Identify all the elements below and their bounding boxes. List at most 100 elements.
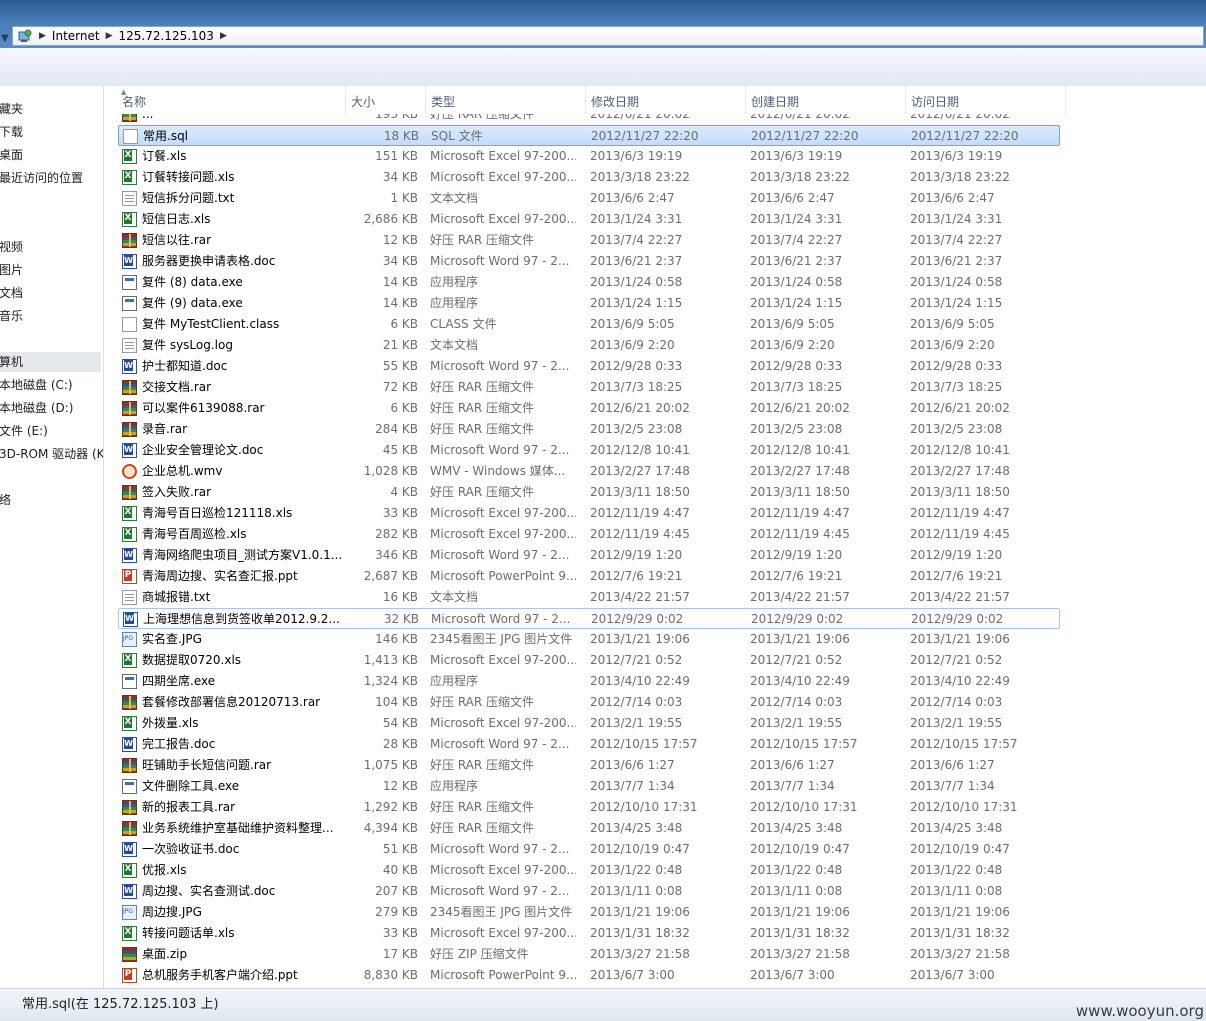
file-type: Microsoft Excel 97-200...: [430, 212, 576, 226]
nav-recent-places[interactable]: 最近访问的位置: [0, 168, 83, 188]
file-row[interactable]: 短信以往.rar 12 KB 好压 RAR 压缩文件 2013/7/4 22:27 20…: [118, 230, 1060, 251]
file-row[interactable]: 订餐转接问题.xls 34 KB Microsoft Excel 97-200...…: [118, 167, 1060, 188]
file-size: 279 KB: [375, 905, 418, 919]
file-row[interactable]: 文件删除工具.exe 12 KB 应用程序 2013/7/7 1:34 2013/7/7…: [118, 776, 1060, 797]
file-modified: 2013/6/7 3:00: [590, 968, 675, 982]
breadcrumb-arrow-icon[interactable]: ▶: [220, 31, 227, 41]
column-accessed[interactable]: 访问日期: [906, 86, 1066, 114]
column-name[interactable]: 名称: [117, 86, 346, 114]
file-row[interactable]: 总机服务手机客户端介绍.ppt 8,830 KB Microsoft PowerPo…: [118, 965, 1060, 986]
breadcrumb-arrow-icon[interactable]: ▶: [39, 31, 46, 41]
file-name: 总机服务手机客户端介绍.ppt: [142, 968, 298, 982]
file-row[interactable]: 青海号百日巡检121118.xls 33 KB Microsoft Excel 97…: [118, 503, 1060, 524]
file-row[interactable]: 复件 MyTestClient.class 6 KB CLASS 文件 2013/6/…: [118, 314, 1060, 335]
nav-downloads[interactable]: 下载: [0, 122, 23, 142]
nav-drive-k[interactable]: 3D-ROM 驱动器 (K: [0, 444, 103, 464]
file-modified: 2013/3/18 23:22: [590, 170, 690, 184]
nav-pictures[interactable]: 图片: [0, 260, 23, 280]
column-created[interactable]: 创建日期: [746, 86, 906, 114]
file-created: 2012/9/19 1:20: [750, 548, 843, 562]
nav-desktop[interactable]: 桌面: [0, 145, 23, 165]
chevron-down-icon[interactable]: ▼: [1, 33, 9, 44]
nav-drive-d[interactable]: 本地磁盘 (D:): [0, 398, 73, 418]
nav-network[interactable]: 络: [0, 490, 11, 510]
file-row[interactable]: 完工报告.doc 28 KB Microsoft Word 97 - 2... 201…: [118, 734, 1060, 755]
breadcrumb-host[interactable]: 125.72.125.103: [119, 29, 214, 43]
file-type: Microsoft Excel 97-200...: [430, 716, 576, 730]
word-file-icon: [122, 548, 137, 563]
nav-drive-e[interactable]: 文件 (E:): [0, 421, 48, 441]
file-type: Microsoft Excel 97-200...: [430, 527, 576, 541]
file-row[interactable]: 数据提取0720.xls 1,413 KB Microsoft Excel 97-2…: [118, 650, 1060, 671]
file-row-partial[interactable]: ... 193 KB 好压 RAR 压缩文件 2012/6/21 20:02 2…: [118, 114, 1060, 125]
file-row[interactable]: 新的报表工具.rar 1,292 KB 好压 RAR 压缩文件 2012/10/10 …: [118, 797, 1060, 818]
file-accessed: 2012/7/21 0:52: [910, 653, 1003, 667]
nav-videos[interactable]: 视频: [0, 237, 23, 257]
rar-file-icon: [122, 422, 137, 437]
file-row[interactable]: 上海理想信息到货签收单2012.9.2... 32 KB Microsoft Wor…: [118, 608, 1060, 629]
media-file-icon: [122, 464, 137, 479]
file-row[interactable]: 旺铺助手长短信问题.rar 1,075 KB 好压 RAR 压缩文件 2013/6/6…: [118, 755, 1060, 776]
file-list[interactable]: ... 193 KB 好压 RAR 压缩文件 2012/6/21 20:02 2…: [104, 114, 1206, 988]
file-row[interactable]: 实名查.JPG 146 KB 2345看图王 JPG 图片文件 2013/1/21 1…: [118, 629, 1060, 650]
file-row[interactable]: 业务系统维护室基础维护资料整理... 4,394 KB 好压 RAR 压缩文件 201…: [118, 818, 1060, 839]
nav-documents[interactable]: 文档: [0, 283, 23, 303]
file-row[interactable]: 商城报错.txt 16 KB 文本文档 2013/4/22 21:57 2013/4/2…: [118, 587, 1060, 608]
file-row[interactable]: 四期坐席.exe 1,324 KB 应用程序 2013/4/10 22:49 2013/…: [118, 671, 1060, 692]
file-row[interactable]: 优报.xls 40 KB Microsoft Excel 97-200... 2013…: [118, 860, 1060, 881]
file-row[interactable]: 套餐修改部署信息20120713.rar 104 KB 好压 RAR 压缩文件 201…: [118, 692, 1060, 713]
file-row[interactable]: 复件 (9) data.exe 14 KB 应用程序 2013/1/24 1:15 20…: [118, 293, 1060, 314]
file-name: 订餐.xls: [142, 149, 187, 163]
column-size[interactable]: 大小: [346, 86, 426, 114]
file-name: 可以案件6139088.rar: [142, 401, 265, 415]
file-row[interactable]: 转接问题话单.xls 33 KB Microsoft Excel 97-200...…: [118, 923, 1060, 944]
file-modified: 2013/7/7 1:34: [590, 779, 675, 793]
file-row[interactable]: 周边搜、实名查测试.doc 207 KB Microsoft Word 97 - 2…: [118, 881, 1060, 902]
file-row[interactable]: 交接文档.rar 72 KB 好压 RAR 压缩文件 2013/7/3 18:25 20…: [118, 377, 1060, 398]
file-row[interactable]: 桌面.zip 17 KB 好压 ZIP 压缩文件 2013/3/27 21:58 201…: [118, 944, 1060, 965]
file-modified: 2013/1/31 18:32: [590, 926, 690, 940]
file-name: 青海号百周巡检.xls: [142, 527, 247, 541]
breadcrumb-arrow-icon[interactable]: ▶: [106, 31, 113, 41]
file-row[interactable]: 青海周边搜、实名查汇报.ppt 2,687 KB Microsoft PowerPo…: [118, 566, 1060, 587]
file-row[interactable]: 复件 (8) data.exe 14 KB 应用程序 2013/1/24 0:58 20…: [118, 272, 1060, 293]
file-row[interactable]: 青海网络爬虫项目_测试方案V1.0.1... 346 KB Microsoft Wo…: [118, 545, 1060, 566]
nav-computer[interactable]: 算机: [0, 352, 101, 372]
file-row[interactable]: 企业安全管理论文.doc 45 KB Microsoft Word 97 - 2..…: [118, 440, 1060, 461]
file-modified: 2012/6/21 20:02: [590, 401, 690, 415]
nav-drive-c[interactable]: 本地磁盘 (C:): [0, 375, 73, 395]
column-type[interactable]: 类型: [426, 86, 586, 114]
file-row[interactable]: 企业总机.wmv 1,028 KB WMV - Windows 媒体... 2013/…: [118, 461, 1060, 482]
file-row[interactable]: 周边搜.JPG 279 KB 2345看图王 JPG 图片文件 2013/1/21 1…: [118, 902, 1060, 923]
file-size: 2,687 KB: [363, 569, 418, 583]
file-name: 外拨量.xls: [142, 716, 199, 730]
file-created: 2013/3/11 18:50: [750, 485, 850, 499]
file-row[interactable]: 常用.sql 18 KB SQL 文件 2012/11/27 22:20 2012/11…: [118, 125, 1060, 146]
file-row[interactable]: 可以案件6139088.rar 6 KB 好压 RAR 压缩文件 2012/6/21 …: [118, 398, 1060, 419]
file-modified: 2012/9/28 0:33: [590, 359, 683, 373]
file-name: 周边搜、实名查测试.doc: [142, 884, 276, 898]
file-row[interactable]: 外拨量.xls 54 KB Microsoft Excel 97-200... 201…: [118, 713, 1060, 734]
column-modified[interactable]: 修改日期: [586, 86, 746, 114]
file-row[interactable]: 短信日志.xls 2,686 KB Microsoft Excel 97-200..…: [118, 209, 1060, 230]
file-size: 51 KB: [382, 842, 418, 856]
file-row[interactable]: 签入失败.rar 4 KB 好压 RAR 压缩文件 2013/3/11 18:50 20…: [118, 482, 1060, 503]
nav-favorites[interactable]: 藏夹: [0, 99, 23, 119]
file-row[interactable]: 护士都知道.doc 55 KB Microsoft Word 97 - 2... 20…: [118, 356, 1060, 377]
nav-music[interactable]: 音乐: [0, 306, 23, 326]
file-type: 文本文档: [430, 590, 479, 604]
word-file-icon: [122, 884, 137, 899]
file-size: 55 KB: [382, 359, 418, 373]
address-bar[interactable]: ▶ Internet ▶ 125.72.125.103 ▶: [12, 26, 1204, 46]
zip-file-icon: [122, 947, 137, 962]
file-name: 业务系统维护室基础维护资料整理...: [142, 821, 334, 835]
file-row[interactable]: 录音.rar 284 KB 好压 RAR 压缩文件 2013/2/5 23:08 201…: [118, 419, 1060, 440]
breadcrumb-internet[interactable]: Internet: [52, 29, 100, 43]
file-row[interactable]: 短信拆分问题.txt 1 KB 文本文档 2013/6/6 2:47 2013/6/6 …: [118, 188, 1060, 209]
file-row[interactable]: 复件 sysLog.log 21 KB 文本文档 2013/6/9 2:20 2013/…: [118, 335, 1060, 356]
file-row[interactable]: 订餐.xls 151 KB Microsoft Excel 97-200... 201…: [118, 146, 1060, 167]
file-row[interactable]: 服务器更换申请表格.doc 34 KB Microsoft Word 97 - 2.…: [118, 251, 1060, 272]
file-row[interactable]: 青海号百周巡检.xls 282 KB Microsoft Excel 97-200.…: [118, 524, 1060, 545]
file-row[interactable]: 一次验收证书.doc 51 KB Microsoft Word 97 - 2... 2…: [118, 839, 1060, 860]
command-bar: [0, 48, 1206, 87]
